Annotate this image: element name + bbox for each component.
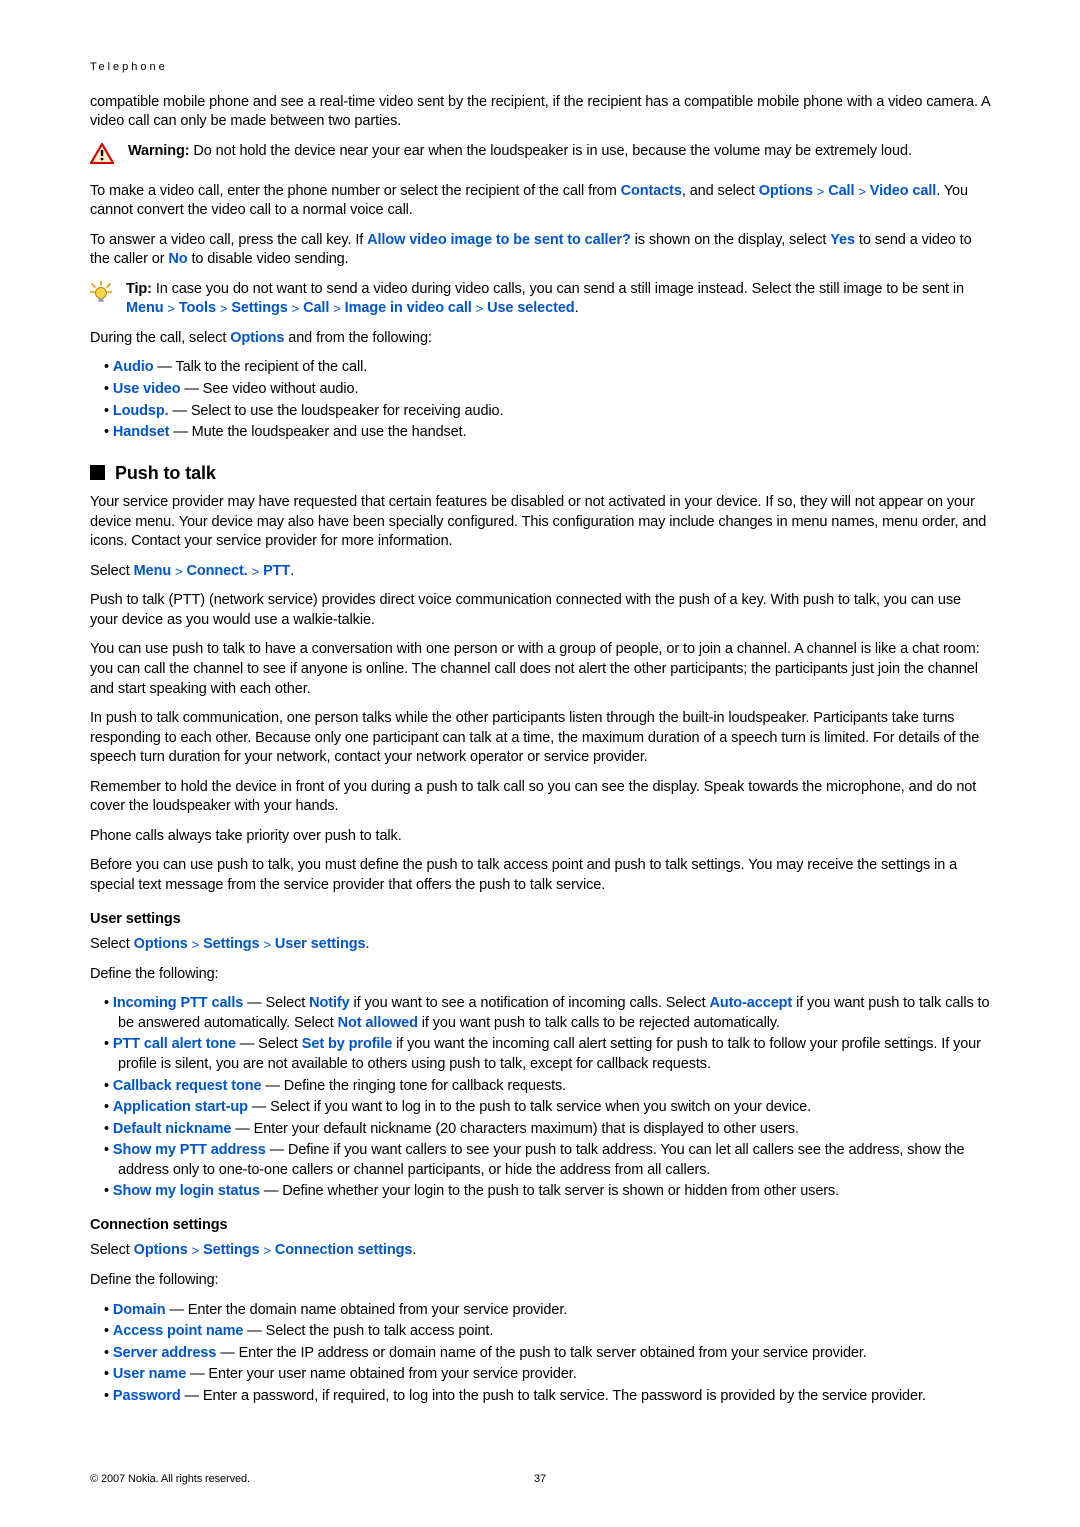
page-header: Telephone — [90, 60, 990, 75]
tip-icon — [90, 281, 112, 312]
connection-settings-list: Domain — Enter the domain name obtained … — [90, 1301, 990, 1407]
body-para: Define the following: — [90, 965, 990, 985]
warning-text: Do not hold the device near your ear whe… — [193, 143, 911, 159]
tip-label: Tip: — [126, 281, 156, 297]
body-para: During the call, select Options and from… — [90, 329, 990, 349]
body-para: To answer a video call, press the call k… — [90, 231, 990, 270]
body-para: You can use push to talk to have a conve… — [90, 640, 990, 699]
body-para: Select Options > Settings > User setting… — [90, 935, 990, 955]
options-list: Audio — Talk to the recipient of the cal… — [90, 358, 990, 442]
warning-icon — [90, 143, 114, 172]
section-heading: Push to talk — [90, 461, 990, 485]
tip-note: Tip: In case you do not want to send a v… — [90, 280, 990, 319]
body-para: Push to talk (PTT) (network service) pro… — [90, 591, 990, 630]
tip-text: In case you do not want to send a video … — [156, 281, 964, 297]
body-para: Define the following: — [90, 1271, 990, 1291]
body-para: compatible mobile phone and see a real-t… — [90, 93, 990, 132]
subsection-heading: User settings — [90, 910, 990, 930]
copyright: © 2007 Nokia. All rights reserved. — [90, 1472, 250, 1487]
body-para: To make a video call, enter the phone nu… — [90, 182, 990, 221]
user-settings-list: Incoming PTT calls — Select Notify if yo… — [90, 994, 990, 1202]
page-number: 37 — [534, 1472, 546, 1487]
body-para: Phone calls always take priority over pu… — [90, 827, 990, 847]
body-para: Remember to hold the device in front of … — [90, 778, 990, 817]
body-para: Select Menu > Connect. > PTT. — [90, 562, 990, 582]
warning-note: Warning: Do not hold the device near you… — [90, 142, 990, 172]
body-para: Before you can use push to talk, you mus… — [90, 856, 990, 895]
body-para: Select Options > Settings > Connection s… — [90, 1241, 990, 1261]
square-bullet-icon — [90, 465, 105, 480]
body-para: In push to talk communication, one perso… — [90, 709, 990, 768]
page-footer: © 2007 Nokia. All rights reserved. 37 — [90, 1472, 990, 1487]
subsection-heading: Connection settings — [90, 1216, 990, 1236]
body-para: Your service provider may have requested… — [90, 493, 990, 552]
warning-label: Warning: — [128, 143, 193, 159]
